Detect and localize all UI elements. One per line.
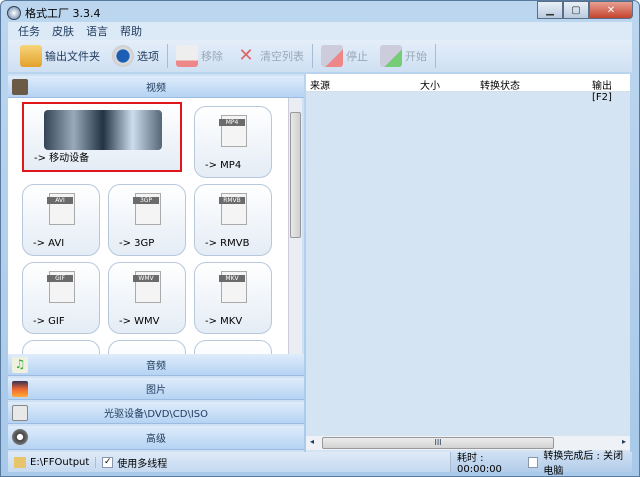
toolbar-divider	[435, 44, 436, 68]
scroll-thumb[interactable]: III	[322, 437, 554, 449]
menu-language[interactable]: 语言	[86, 23, 108, 39]
task-list: 来源 大小 转换状态 输出 [F2] ◂ III ▸	[306, 74, 630, 452]
remove-icon	[176, 45, 198, 67]
category-disc[interactable]: 光驱设备\DVD\CD\ISO	[8, 402, 304, 424]
music-icon: ♫	[12, 357, 28, 373]
column-status[interactable]: 转换状态	[480, 77, 520, 92]
output-folder-button[interactable]: 输出文件夹	[16, 42, 104, 70]
title-bar: 格式工厂 3.3.4	[7, 5, 101, 21]
avi-file-icon: AVI	[47, 193, 75, 225]
tile-rmvb[interactable]: RMVB -> RMVB	[194, 184, 272, 256]
tile-avi[interactable]: AVI -> AVI	[22, 184, 100, 256]
tile-3gp[interactable]: 3GP -> 3GP	[108, 184, 186, 256]
folder-icon	[14, 456, 26, 468]
category-panel: 视频 -> 移动设备 MP4 -> MP4 AVI -> AVI 3GP -> 3GP…	[8, 74, 304, 452]
vertical-scrollbar[interactable]	[288, 98, 302, 354]
wmv-file-icon: WMV	[133, 271, 161, 303]
toolbar-divider	[312, 44, 313, 68]
close-button[interactable]: ✕	[589, 1, 633, 19]
mkv-file-icon: MKV	[219, 271, 247, 303]
clear-icon: ✕	[238, 45, 254, 66]
category-image[interactable]: 图片	[8, 378, 304, 400]
format-grid: -> 移动设备 MP4 -> MP4 AVI -> AVI 3GP -> 3GP RM…	[8, 98, 288, 354]
window-title: 格式工厂 3.3.4	[25, 7, 101, 20]
tile-mkv[interactable]: MKV -> MKV	[194, 262, 272, 334]
tile-mobile-device[interactable]: -> 移动设备	[22, 102, 182, 172]
mp4-file-icon: MP4	[219, 115, 247, 147]
elapsed-time: 耗时 : 00:00:00	[457, 453, 502, 475]
tile-partial[interactable]	[194, 340, 272, 354]
clear-list-button[interactable]: ✕ 清空列表	[231, 42, 308, 70]
devices-icon	[44, 110, 162, 150]
multithread-checkbox[interactable]: ✓	[102, 456, 114, 468]
tile-gif[interactable]: GIF -> GIF	[22, 262, 100, 334]
gif-file-icon: GIF	[47, 271, 75, 303]
film-reel-icon	[12, 429, 28, 445]
folder-icon	[20, 45, 42, 67]
column-size[interactable]: 大小	[420, 77, 440, 92]
toolbar-divider	[167, 44, 168, 68]
menu-task[interactable]: 任务	[18, 23, 40, 39]
minimize-button[interactable]: ▁	[537, 1, 563, 19]
disc-drive-icon	[12, 405, 28, 421]
category-video[interactable]: 视频	[8, 76, 304, 98]
tile-mp4[interactable]: MP4 -> MP4	[194, 106, 272, 178]
menu-bar: 任务 皮肤 语言 帮助	[8, 22, 632, 40]
shutdown-label: 转换完成后 : 关闭电脑	[543, 451, 624, 477]
gear-icon	[112, 45, 134, 67]
remove-button[interactable]: 移除	[172, 42, 227, 70]
tile-wmv[interactable]: WMV -> WMV	[108, 262, 186, 334]
app-icon	[7, 6, 21, 20]
shutdown-checkbox[interactable]	[528, 456, 539, 468]
menu-skin[interactable]: 皮肤	[52, 23, 74, 39]
rmvb-file-icon: RMVB	[219, 193, 247, 225]
column-output[interactable]: 输出 [F2]	[592, 77, 630, 103]
maximize-button[interactable]: ▢	[563, 1, 589, 19]
status-bar: E:\FFOutput ✓ 使用多线程 耗时 : 00:00:00 转换完成后 …	[8, 451, 632, 477]
category-audio[interactable]: ♫ 音频	[8, 354, 304, 376]
category-advanced[interactable]: 高级	[8, 426, 304, 450]
column-source[interactable]: 来源	[310, 77, 330, 92]
tile-partial[interactable]	[108, 340, 186, 354]
tile-partial[interactable]	[22, 340, 100, 354]
scroll-thumb[interactable]	[290, 112, 301, 238]
start-icon	[380, 45, 402, 67]
task-list-header: 来源 大小 转换状态 输出 [F2]	[306, 74, 630, 103]
stop-button[interactable]: 停止	[317, 42, 372, 70]
toolbar: 输出文件夹 选项 移除 ✕ 清空列表 停止 开始	[8, 40, 632, 72]
picture-icon	[12, 381, 28, 397]
menu-help[interactable]: 帮助	[120, 23, 142, 39]
output-path[interactable]: E:\FFOutput	[30, 456, 97, 468]
film-icon	[12, 79, 28, 95]
stop-icon	[321, 45, 343, 67]
multithread-label: 使用多线程	[117, 458, 168, 470]
start-button[interactable]: 开始	[376, 42, 431, 70]
3gp-file-icon: 3GP	[133, 193, 161, 225]
options-button[interactable]: 选项	[108, 42, 163, 70]
